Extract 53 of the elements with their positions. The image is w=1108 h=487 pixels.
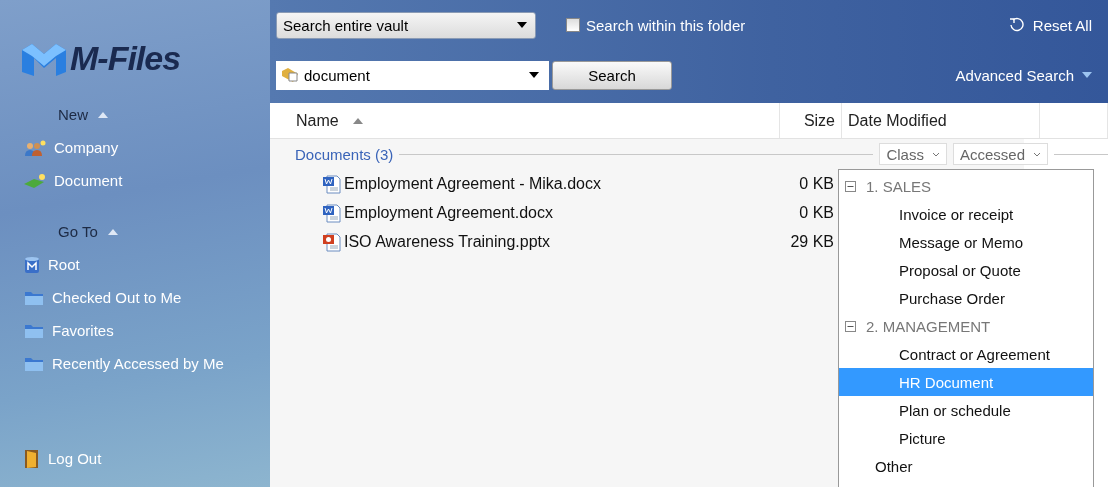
chevron-down-icon [1033, 151, 1041, 157]
file-size: 0 KB [798, 203, 834, 222]
file-size: 29 KB [789, 232, 834, 251]
folder-icon [24, 289, 44, 306]
column-header[interactable]: Date Modified [842, 103, 1040, 138]
column-header[interactable]: Name [290, 103, 780, 138]
checkbox-label[interactable]: Search within this folder [586, 16, 746, 34]
dropdown-arrow-icon [517, 22, 527, 28]
collapse-icon [845, 320, 856, 332]
menu-item[interactable]: Message or Memo [839, 228, 1093, 256]
people-icon [24, 139, 46, 156]
file-name[interactable]: ISO Awareness Training.pptx [344, 232, 551, 251]
file-name[interactable]: Employment Agreement.docx [344, 203, 553, 222]
menu-item[interactable]: Invoice or receipt [839, 200, 1093, 228]
dropdown-arrow-icon [1082, 72, 1092, 78]
collapse-arrow-icon [98, 111, 108, 118]
dropdown-arrow-icon [529, 72, 539, 78]
section-header[interactable]: New [58, 106, 108, 123]
search-field[interactable]: document [276, 60, 549, 90]
document-icon [24, 172, 46, 189]
reset-icon [1008, 17, 1025, 33]
column-header[interactable]: Size [780, 103, 842, 138]
search-button[interactable]: Search [552, 60, 672, 90]
menu-item[interactable]: Contract or Agreement [839, 340, 1093, 368]
powerpoint-file-icon [322, 231, 342, 252]
word-file-icon [322, 202, 342, 223]
group-header[interactable]: Documents (3) [295, 145, 394, 163]
menu-item[interactable]: Other [839, 452, 1093, 480]
word-file-icon [322, 173, 342, 194]
menu-group[interactable]: 2. MANAGEMENT [839, 312, 1093, 340]
filter-dropdown[interactable]: Class [879, 143, 947, 165]
logo-text: M-Files [70, 38, 181, 78]
reset-all-button[interactable]: Reset All [1008, 16, 1092, 34]
file-size: 0 KB [798, 174, 834, 193]
chevron-down-icon [931, 151, 940, 157]
menu-item[interactable]: Picture [839, 424, 1093, 452]
collapse-arrow-icon [352, 117, 363, 124]
menu-item[interactable]: Plan or schedule [839, 396, 1093, 424]
folder-icon [24, 355, 44, 372]
filter-dropdown[interactable]: Accessed [952, 143, 1048, 165]
menu-group[interactable]: 1. SALES [839, 172, 1093, 200]
file-name[interactable]: Employment Agreement - Mika.docx [344, 174, 601, 193]
checkbox[interactable] [566, 18, 580, 32]
database-icon [24, 255, 40, 274]
section-header[interactable]: Go To [58, 223, 118, 240]
menu-item[interactable]: Proposal or Quote [839, 256, 1093, 284]
collapse-arrow-icon [107, 228, 118, 235]
folder-icon [24, 322, 44, 339]
door-icon [24, 448, 40, 469]
collapse-icon [845, 180, 856, 192]
advanced-search-button[interactable]: Advanced Search [955, 66, 1092, 84]
menu-item[interactable]: Purchase Order [839, 284, 1093, 312]
scope-select[interactable]: Search entire vault [276, 11, 536, 39]
